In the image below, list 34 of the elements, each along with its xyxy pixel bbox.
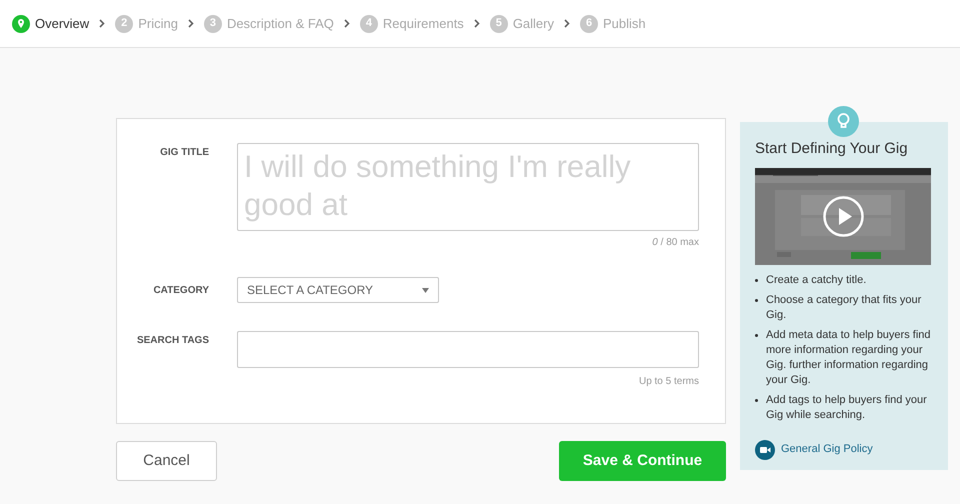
chevron-icon <box>474 19 480 28</box>
cancel-button[interactable]: Cancel <box>116 441 217 481</box>
tip-text: Add meta data to help buyers find more information regarding your Gig. further information regarding your Gig. <box>766 328 932 388</box>
search-tags-field[interactable] <box>237 331 699 368</box>
bullet-icon <box>755 298 758 302</box>
bullet-icon <box>755 334 758 336</box>
chevron-icon <box>99 19 106 28</box>
category-dropdown[interactable]: SELECT A CATEGORY <box>237 277 439 303</box>
step-tab[interactable]: Overview <box>35 14 90 34</box>
chevron-icon <box>564 19 570 28</box>
step-tab[interactable]: Requirements <box>382 14 464 34</box>
video-camera-icon <box>755 440 775 460</box>
hint-text: Up to 5 terms <box>638 375 699 389</box>
step-tab[interactable]: Gallery <box>512 14 554 34</box>
panel-title: Start Defining Your Gig <box>755 139 909 159</box>
step-tab[interactable]: Pricing <box>138 14 178 34</box>
tip-text: Choose a category that fits your Gig. <box>766 292 922 322</box>
dropdown-arrow-icon <box>422 288 429 292</box>
lightbulb-icon <box>828 106 859 137</box>
field-label: SEARCH TAGS <box>136 334 210 348</box>
chevron-icon <box>344 19 350 28</box>
bullet-icon <box>755 278 758 282</box>
tip-text: Add tags to help buyers find your Gig while searching. <box>766 392 928 422</box>
field-label: GIG TITLE <box>159 146 210 160</box>
play-icon[interactable] <box>823 196 864 236</box>
step-tab[interactable]: Publish <box>603 14 646 34</box>
chevron-icon <box>188 19 194 28</box>
character-counter: 0 / 80 max <box>652 236 699 250</box>
save-continue-button[interactable]: Save & Continue <box>559 441 726 481</box>
step-tab[interactable]: Description & FAQ <box>226 14 334 34</box>
bullet-icon <box>755 398 758 402</box>
tip-text: Create a catchy title. <box>766 272 866 288</box>
field-label: CATEGORY <box>152 284 210 298</box>
policy-link[interactable]: General Gig Policy <box>781 441 873 458</box>
